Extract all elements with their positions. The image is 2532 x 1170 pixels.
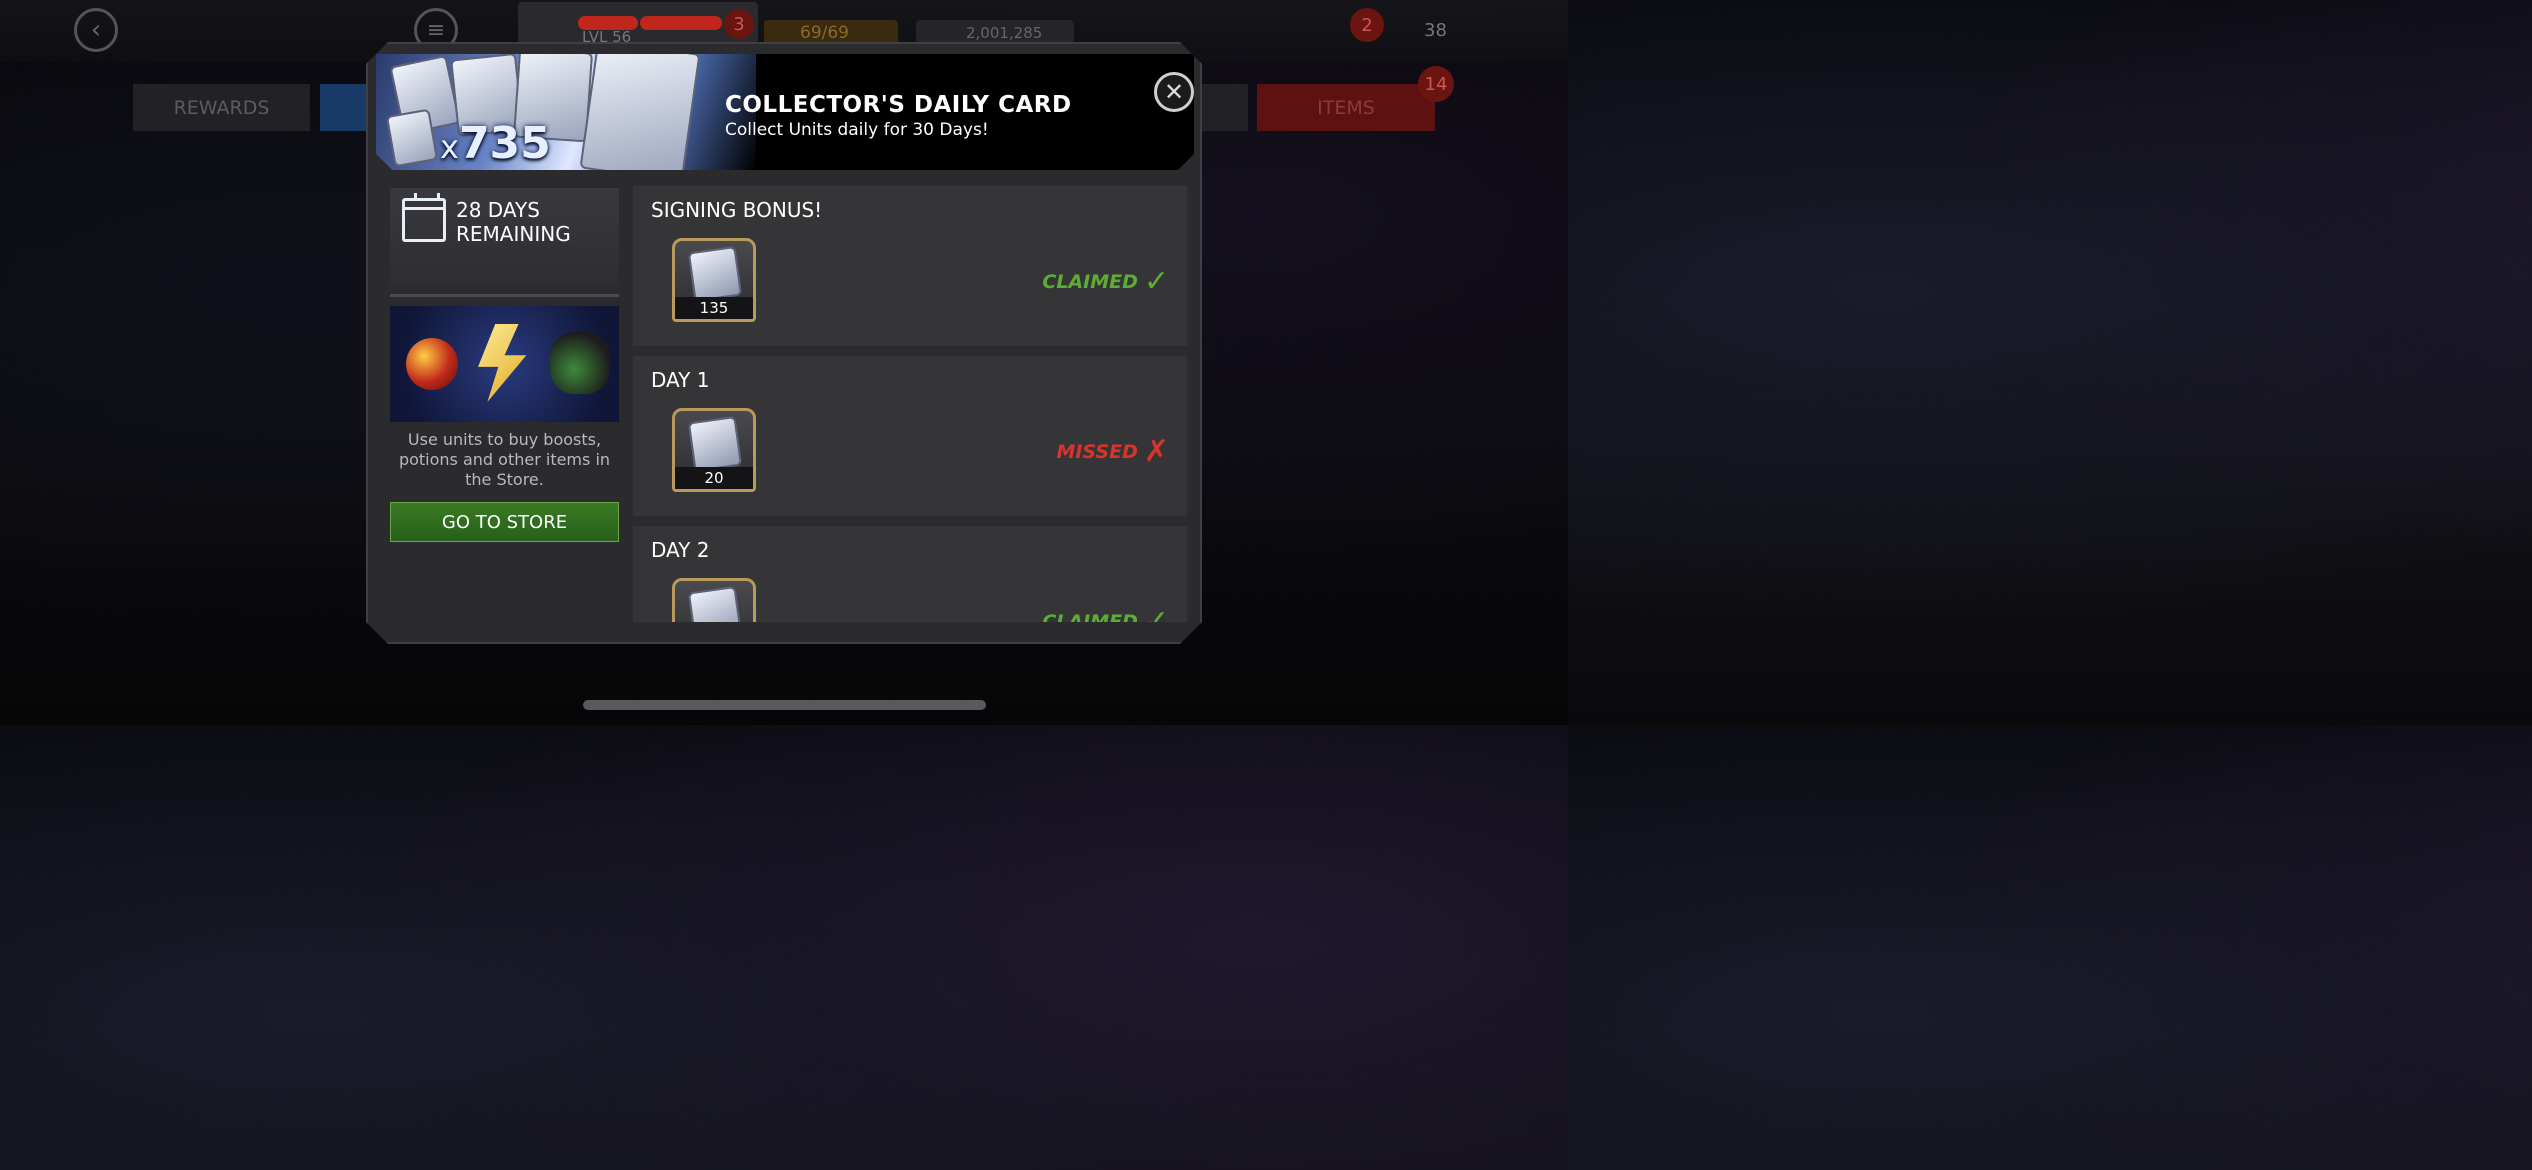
reward-unit-card[interactable]: 20 xyxy=(672,408,756,492)
modal-title: COLLECTOR'S DAILY CARD xyxy=(725,92,1072,118)
notification-badge: 2 xyxy=(1350,8,1384,42)
divider xyxy=(390,294,619,297)
checkmark-icon: ✓ xyxy=(1143,604,1169,622)
home-indicator[interactable] xyxy=(583,700,986,710)
tab-offers[interactable] xyxy=(320,84,368,131)
player-panel[interactable] xyxy=(518,2,758,46)
tab-other[interactable] xyxy=(1200,84,1248,131)
unit-card-icon xyxy=(688,416,742,472)
units-counter[interactable]: 38 xyxy=(1424,20,1447,41)
x-mark-icon: ✗ xyxy=(1143,434,1169,469)
list-item: DAY 1 20 MISSED ✗ xyxy=(633,356,1187,516)
checkmark-icon: ✓ xyxy=(1143,264,1169,299)
unit-card-icon xyxy=(688,586,742,622)
row-title: DAY 2 xyxy=(651,538,710,562)
units-banner-art: x735 xyxy=(376,54,756,170)
tab-rewards[interactable]: REWARDS xyxy=(133,84,310,131)
unit-total-count: x735 xyxy=(440,118,551,169)
modal-subtitle: Collect Units daily for 30 Days! xyxy=(725,120,989,140)
back-arrow-icon[interactable]: ‹ xyxy=(74,8,118,52)
days-remaining-box: 28 DAYS REMAINING xyxy=(390,188,619,286)
status-claimed: CLAIMED ✓ xyxy=(1042,604,1169,622)
store-description: Use units to buy boosts, potions and oth… xyxy=(398,430,611,489)
crystal-rock-icon xyxy=(550,332,610,394)
list-item: DAY 2 CLAIMED ✓ xyxy=(633,526,1187,622)
list-item: SIGNING BONUS! 135 CLAIMED ✓ xyxy=(633,186,1187,346)
reward-quantity: 135 xyxy=(675,297,753,319)
reward-unit-card[interactable] xyxy=(672,578,756,622)
days-remaining-text: 28 DAYS REMAINING xyxy=(456,198,571,246)
status-claimed: CLAIMED ✓ xyxy=(1042,264,1169,299)
items-badge: 14 xyxy=(1418,66,1454,102)
unit-card-icon xyxy=(386,109,438,168)
collectors-daily-card-modal: x735 COLLECTOR'S DAILY CARD Collect Unit… xyxy=(366,42,1202,644)
row-title: SIGNING BONUS! xyxy=(651,198,823,222)
unit-card-icon xyxy=(688,246,742,302)
status-missed: MISSED ✗ xyxy=(1056,434,1169,469)
reward-unit-card[interactable]: 135 xyxy=(672,238,756,322)
row-title: DAY 1 xyxy=(651,368,710,392)
go-to-store-button[interactable]: GO TO STORE xyxy=(390,502,619,542)
reward-quantity: 20 xyxy=(675,467,753,489)
daily-rewards-list[interactable]: SIGNING BONUS! 135 CLAIMED ✓ DAY 1 20 MIS… xyxy=(633,186,1187,622)
boost-bolt-icon xyxy=(464,324,542,402)
tab-items[interactable]: ITEMS xyxy=(1257,84,1435,131)
modal-banner: x735 COLLECTOR'S DAILY CARD Collect Unit… xyxy=(376,54,1194,170)
close-icon[interactable]: ✕ xyxy=(1154,72,1194,112)
health-bar xyxy=(640,16,722,30)
potion-orb-icon xyxy=(406,338,458,390)
calendar-icon xyxy=(402,198,446,242)
alliance-badge: 3 xyxy=(724,9,754,39)
store-items-art xyxy=(390,306,619,422)
unit-card-icon xyxy=(579,39,700,182)
